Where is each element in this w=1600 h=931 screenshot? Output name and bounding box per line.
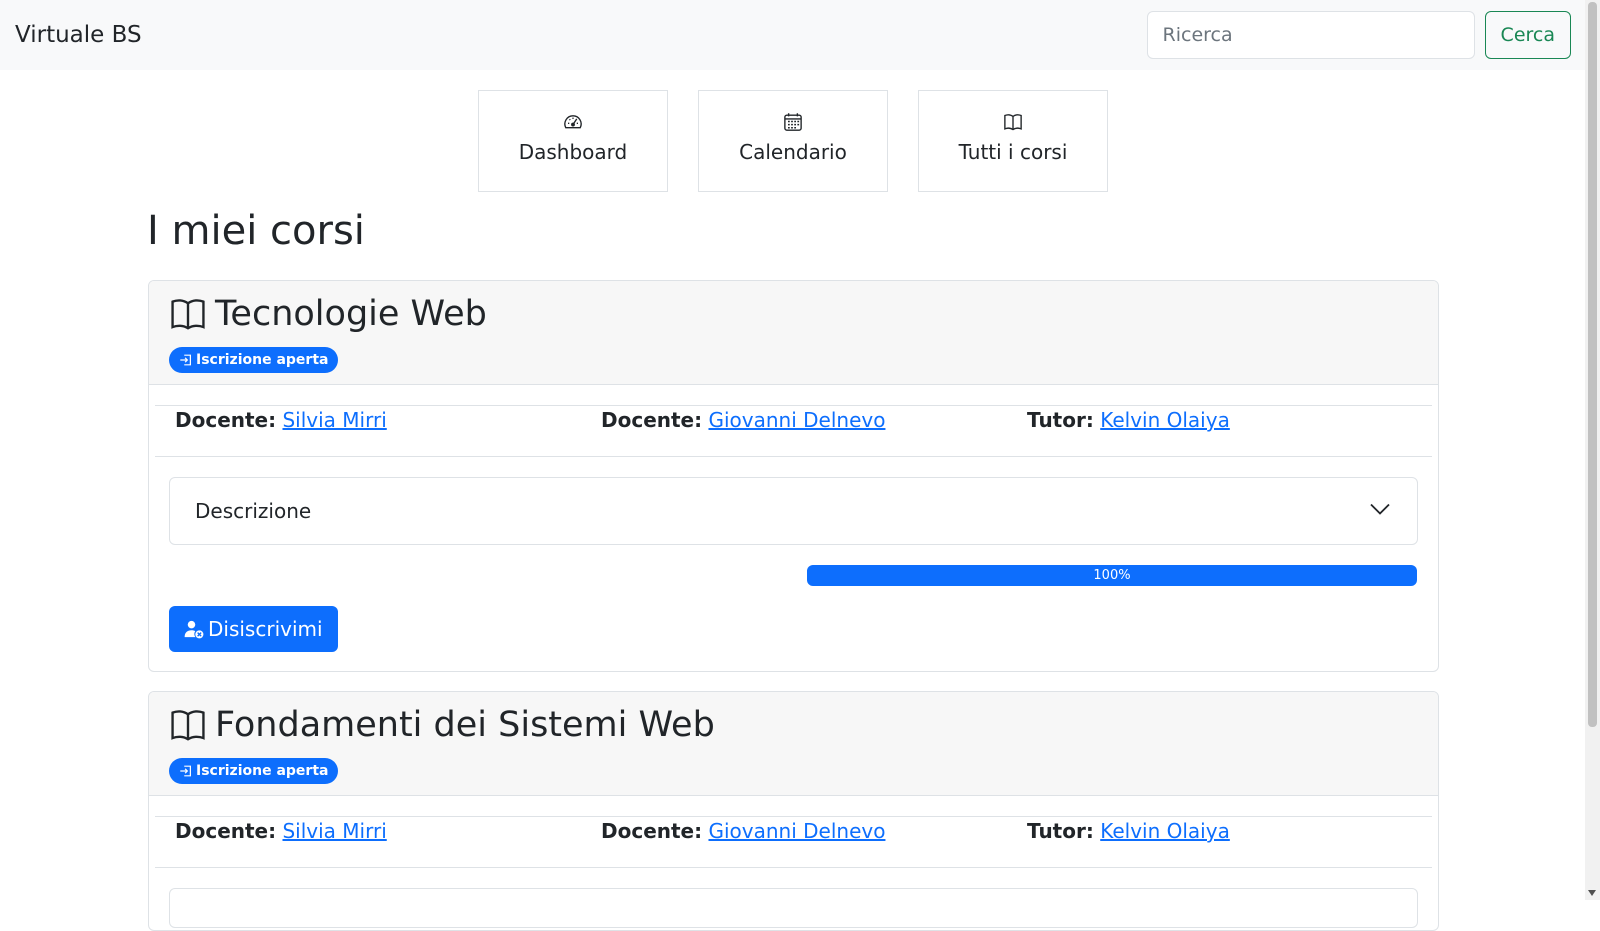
status-badge-label: Iscrizione aperta	[196, 352, 329, 368]
description-accordion-toggle[interactable]: Descrizione	[169, 477, 1418, 545]
speedometer-icon	[564, 115, 582, 129]
course-card-body: Docente: Silvia Mirri Docente: Giovanni …	[149, 385, 1438, 652]
course-progress-bar: 100%	[807, 565, 1417, 586]
search-input[interactable]	[1146, 11, 1475, 59]
search-form: Cerca	[1146, 11, 1571, 59]
staff-name-link[interactable]: Silvia Mirri	[282, 408, 386, 432]
staff-list: Docente: Silvia Mirri Docente: Giovanni …	[155, 816, 1432, 868]
person-x-icon	[184, 620, 204, 639]
course-card: Tecnologie Web Iscrizione aperta Docente…	[148, 280, 1439, 672]
tile-label: Calendario	[739, 140, 847, 164]
staff-name-link[interactable]: Kelvin Olaiya	[1100, 408, 1230, 432]
course-title: Fondamenti dei Sistemi Web	[169, 704, 1418, 746]
unsubscribe-button[interactable]: Disiscrivimi	[169, 606, 338, 652]
staff-item: Docente: Silvia Mirri	[175, 819, 387, 843]
staff-role: Tutor:	[1027, 819, 1094, 843]
calendar-icon	[784, 113, 802, 131]
tile-calendario[interactable]: Calendario	[698, 90, 888, 192]
staff-name-link[interactable]: Kelvin Olaiya	[1100, 819, 1230, 843]
staff-item: Docente: Giovanni Delnevo	[601, 408, 885, 432]
description-accordion-toggle[interactable]	[169, 888, 1418, 928]
staff-item: Tutor: Kelvin Olaiya	[1027, 408, 1230, 432]
course-title-text: Fondamenti dei Sistemi Web	[215, 705, 715, 745]
tile-label: Dashboard	[518, 140, 628, 164]
page-scrollbar[interactable]	[1585, 0, 1600, 900]
unsubscribe-button-label: Disiscrivimi	[208, 617, 323, 641]
progress-label: 100%	[1093, 568, 1131, 583]
book-icon	[1004, 114, 1022, 131]
staff-name-link[interactable]: Giovanni Delnevo	[708, 408, 885, 432]
staff-list: Docente: Silvia Mirri Docente: Giovanni …	[155, 405, 1432, 457]
top-navbar: Virtuale BS Cerca	[0, 0, 1585, 70]
scrollbar-thumb[interactable]	[1588, 2, 1597, 727]
course-card: Fondamenti dei Sistemi Web Iscrizione ap…	[148, 691, 1439, 931]
staff-item: Docente: Giovanni Delnevo	[601, 819, 885, 843]
box-arrow-in-icon	[180, 354, 191, 366]
staff-name-link[interactable]: Giovanni Delnevo	[708, 819, 885, 843]
brand-link[interactable]: Virtuale BS	[15, 22, 142, 48]
accordion-label: Descrizione	[195, 499, 312, 523]
status-badge: Iscrizione aperta	[169, 347, 339, 373]
staff-role: Tutor:	[1027, 408, 1094, 432]
chevron-down-icon	[1368, 497, 1392, 525]
staff-role: Docente:	[175, 819, 277, 843]
staff-role: Docente:	[601, 408, 703, 432]
book-icon	[171, 710, 205, 741]
staff-item: Tutor: Kelvin Olaiya	[1027, 819, 1230, 843]
tile-tutti-i-corsi[interactable]: Tutti i corsi	[918, 90, 1108, 192]
search-button[interactable]: Cerca	[1484, 11, 1571, 59]
page-title: I miei corsi	[147, 208, 365, 254]
tile-dashboard[interactable]: Dashboard	[478, 90, 668, 192]
staff-item: Docente: Silvia Mirri	[175, 408, 387, 432]
staff-role: Docente:	[601, 819, 703, 843]
staff-name-link[interactable]: Silvia Mirri	[282, 819, 386, 843]
course-card-header: Fondamenti dei Sistemi Web Iscrizione ap…	[149, 692, 1438, 796]
staff-role: Docente:	[175, 408, 277, 432]
status-badge-label: Iscrizione aperta	[196, 763, 329, 779]
course-title: Tecnologie Web	[169, 293, 1418, 335]
book-icon	[171, 299, 205, 330]
tile-label: Tutti i corsi	[958, 140, 1068, 164]
course-card-header: Tecnologie Web Iscrizione aperta	[149, 281, 1438, 385]
status-badge: Iscrizione aperta	[169, 758, 339, 784]
progress-fill: 100%	[807, 565, 1417, 586]
quick-nav: Dashboard Calendario Tutti i corsi	[478, 90, 1108, 192]
box-arrow-in-icon	[180, 765, 191, 777]
scroll-down-arrow-icon[interactable]	[1588, 890, 1596, 896]
course-title-text: Tecnologie Web	[215, 294, 487, 334]
course-card-body: Docente: Silvia Mirri Docente: Giovanni …	[149, 796, 1438, 928]
